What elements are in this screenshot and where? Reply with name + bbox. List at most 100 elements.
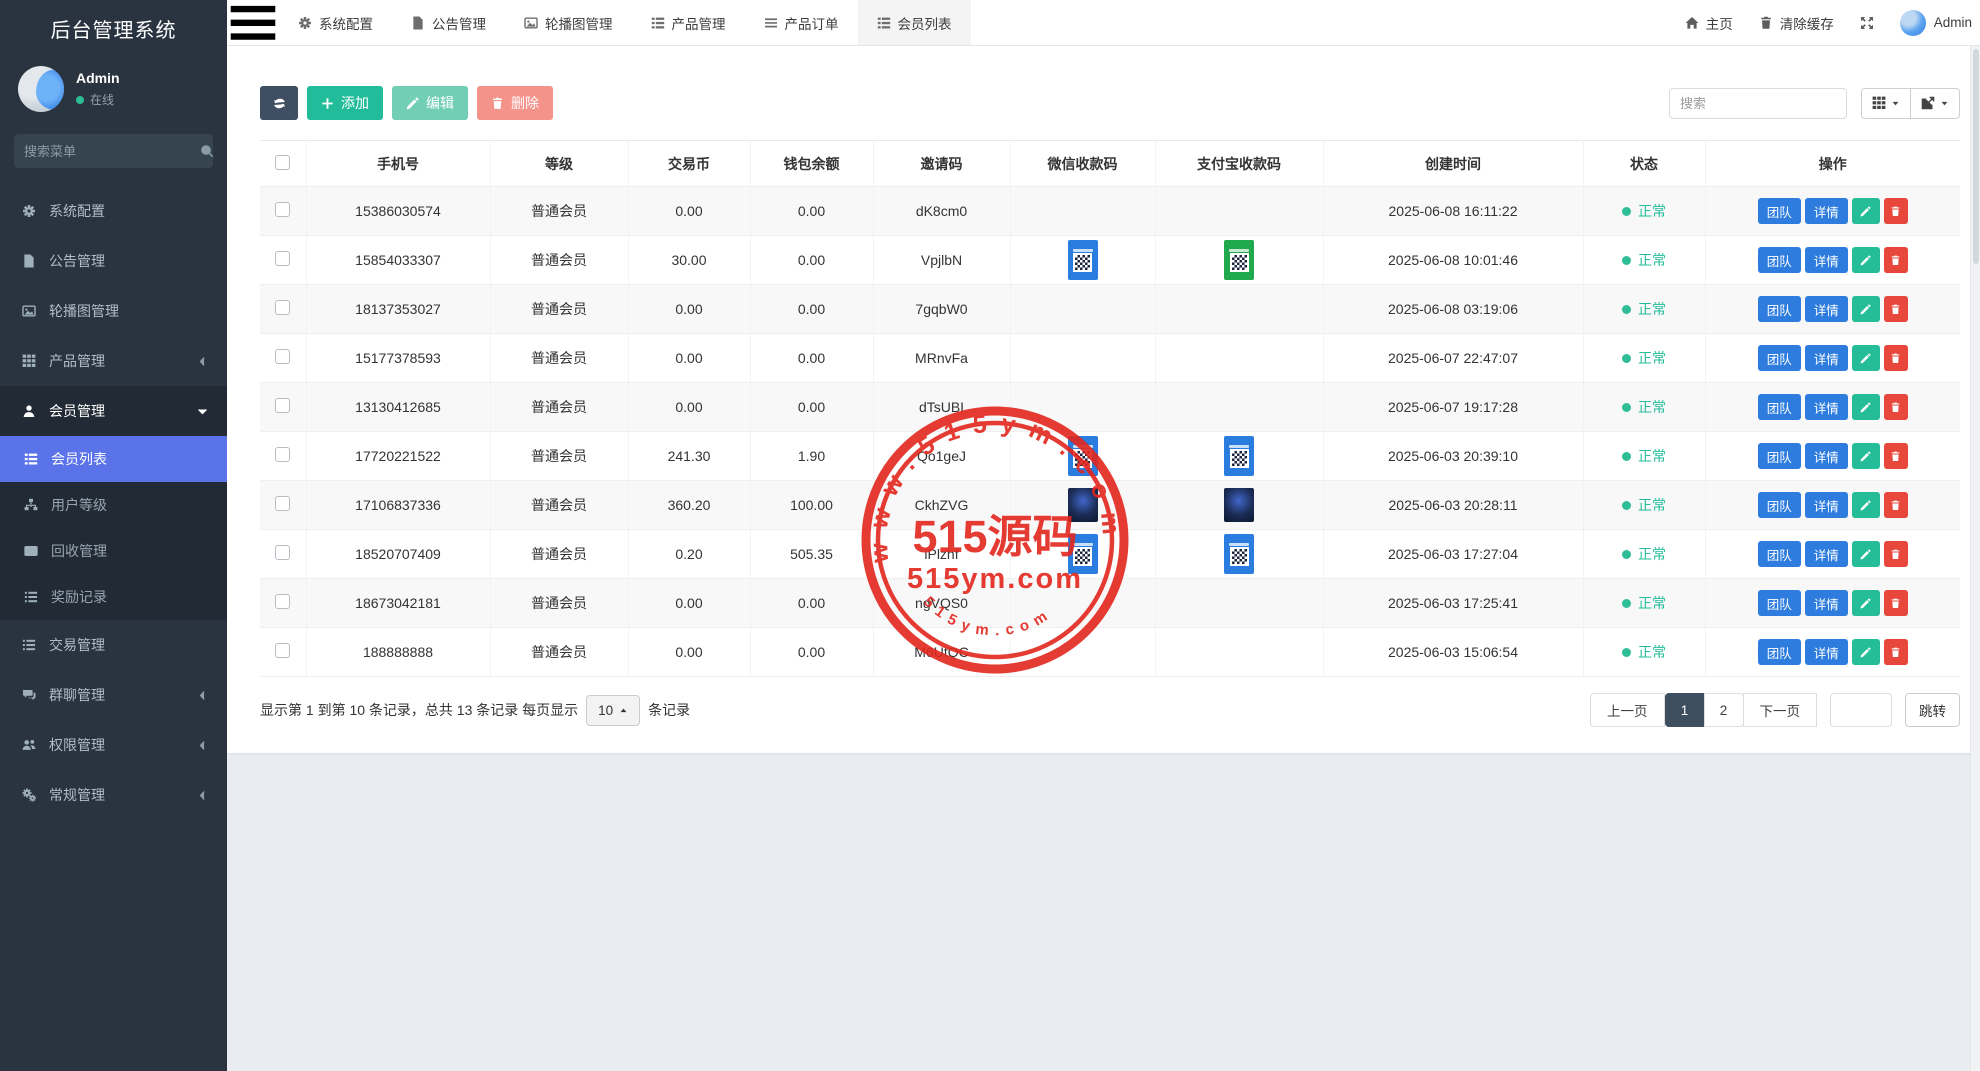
row-checkbox[interactable] xyxy=(275,300,290,315)
detail-button[interactable]: 详情 xyxy=(1805,198,1848,224)
tab-3[interactable]: 产品管理 xyxy=(632,0,745,45)
page-button-1[interactable]: 1 xyxy=(1665,693,1705,727)
detail-button[interactable]: 详情 xyxy=(1805,590,1848,616)
row-edit-button[interactable] xyxy=(1852,639,1880,665)
next-page-button[interactable]: 下一页 xyxy=(1743,693,1818,727)
row-checkbox[interactable] xyxy=(275,594,290,609)
tab-1[interactable]: 公告管理 xyxy=(392,0,505,45)
detail-button[interactable]: 详情 xyxy=(1805,296,1848,322)
detail-button[interactable]: 详情 xyxy=(1805,443,1848,469)
row-delete-button[interactable] xyxy=(1884,492,1908,518)
team-button[interactable]: 团队 xyxy=(1758,394,1801,420)
home-link[interactable]: 主页 xyxy=(1685,13,1733,33)
sidebar-item-1[interactable]: 公告管理 xyxy=(0,236,227,286)
row-edit-button[interactable] xyxy=(1852,590,1880,616)
row-edit-button[interactable] xyxy=(1852,247,1880,273)
clear-cache-link[interactable]: 清除缓存 xyxy=(1759,13,1834,33)
tab-0[interactable]: 系统配置 xyxy=(279,0,392,45)
row-checkbox[interactable] xyxy=(275,251,290,266)
page-size-dropdown[interactable]: 10 xyxy=(586,695,640,726)
row-edit-button[interactable] xyxy=(1852,394,1880,420)
jump-page-input[interactable] xyxy=(1830,693,1892,727)
row-checkbox[interactable] xyxy=(275,496,290,511)
row-checkbox[interactable] xyxy=(275,545,290,560)
sidebar-subitem-3[interactable]: 奖励记录 xyxy=(0,574,227,620)
sidebar-subitem-2[interactable]: 回收管理 xyxy=(0,528,227,574)
prev-page-button[interactable]: 上一页 xyxy=(1590,693,1665,727)
row-checkbox[interactable] xyxy=(275,398,290,413)
row-delete-button[interactable] xyxy=(1884,394,1908,420)
team-button[interactable]: 团队 xyxy=(1758,639,1801,665)
payment-image-thumbnail[interactable] xyxy=(1068,488,1098,522)
row-delete-button[interactable] xyxy=(1884,541,1908,567)
row-edit-button[interactable] xyxy=(1852,443,1880,469)
vertical-scrollbar[interactable] xyxy=(1970,46,1980,1071)
page-button-2[interactable]: 2 xyxy=(1704,693,1744,727)
wechat-qr-thumbnail[interactable] xyxy=(1224,436,1254,476)
wechat-qr-thumbnail[interactable] xyxy=(1068,240,1098,280)
sidebar-item-5[interactable]: 交易管理 xyxy=(0,620,227,670)
detail-button[interactable]: 详情 xyxy=(1805,541,1848,567)
sidebar-item-6[interactable]: 群聊管理 xyxy=(0,670,227,720)
detail-button[interactable]: 详情 xyxy=(1805,492,1848,518)
detail-button[interactable]: 详情 xyxy=(1805,639,1848,665)
edit-button[interactable]: 编辑 xyxy=(392,86,468,120)
navbar-user[interactable]: Admin xyxy=(1900,10,1972,36)
table-search-input[interactable] xyxy=(1669,88,1847,119)
row-delete-button[interactable] xyxy=(1884,198,1908,224)
row-edit-button[interactable] xyxy=(1852,541,1880,567)
row-delete-button[interactable] xyxy=(1884,247,1908,273)
row-checkbox[interactable] xyxy=(275,447,290,462)
team-button[interactable]: 团队 xyxy=(1758,590,1801,616)
sidebar-search-input[interactable] xyxy=(24,144,200,159)
row-edit-button[interactable] xyxy=(1852,198,1880,224)
tab-4[interactable]: 产品订单 xyxy=(745,0,858,45)
tab-5[interactable]: 会员列表 xyxy=(858,0,971,45)
export-button[interactable] xyxy=(1910,88,1960,119)
wechat-qr-thumbnail[interactable] xyxy=(1068,534,1098,574)
jump-button[interactable]: 跳转 xyxy=(1905,693,1960,727)
fullscreen-button[interactable] xyxy=(1860,16,1874,30)
team-button[interactable]: 团队 xyxy=(1758,247,1801,273)
sidebar-item-7[interactable]: 权限管理 xyxy=(0,720,227,770)
row-checkbox[interactable] xyxy=(275,202,290,217)
row-delete-button[interactable] xyxy=(1884,443,1908,469)
team-button[interactable]: 团队 xyxy=(1758,198,1801,224)
row-delete-button[interactable] xyxy=(1884,345,1908,371)
row-edit-button[interactable] xyxy=(1852,296,1880,322)
detail-button[interactable]: 详情 xyxy=(1805,394,1848,420)
team-button[interactable]: 团队 xyxy=(1758,492,1801,518)
row-edit-button[interactable] xyxy=(1852,492,1880,518)
sidebar-subitem-0[interactable]: 会员列表 xyxy=(0,436,227,482)
team-button[interactable]: 团队 xyxy=(1758,296,1801,322)
detail-button[interactable]: 详情 xyxy=(1805,345,1848,371)
hamburger-menu-icon[interactable] xyxy=(227,0,279,45)
row-checkbox[interactable] xyxy=(275,349,290,364)
add-button[interactable]: 添加 xyxy=(307,86,383,120)
row-checkbox[interactable] xyxy=(275,643,290,658)
refresh-button[interactable] xyxy=(260,86,298,120)
team-button[interactable]: 团队 xyxy=(1758,443,1801,469)
columns-button[interactable] xyxy=(1861,88,1911,119)
sidebar-subitem-1[interactable]: 用户等级 xyxy=(0,482,227,528)
wechat-qr-thumbnail[interactable] xyxy=(1068,436,1098,476)
sidebar-item-0[interactable]: 系统配置 xyxy=(0,186,227,236)
team-button[interactable]: 团队 xyxy=(1758,345,1801,371)
sidebar-item-4[interactable]: 会员管理 xyxy=(0,386,227,436)
payment-image-thumbnail[interactable] xyxy=(1224,488,1254,522)
scrollbar-thumb[interactable] xyxy=(1973,49,1979,264)
delete-button[interactable]: 删除 xyxy=(477,86,553,120)
alipay-qr-thumbnail[interactable] xyxy=(1224,240,1254,280)
team-button[interactable]: 团队 xyxy=(1758,541,1801,567)
wechat-qr-thumbnail[interactable] xyxy=(1224,534,1254,574)
row-delete-button[interactable] xyxy=(1884,639,1908,665)
sidebar-item-3[interactable]: 产品管理 xyxy=(0,336,227,386)
sidebar-item-2[interactable]: 轮播图管理 xyxy=(0,286,227,336)
search-icon[interactable] xyxy=(200,144,214,158)
row-edit-button[interactable] xyxy=(1852,345,1880,371)
detail-button[interactable]: 详情 xyxy=(1805,247,1848,273)
row-delete-button[interactable] xyxy=(1884,590,1908,616)
tab-2[interactable]: 轮播图管理 xyxy=(505,0,632,45)
select-all-checkbox[interactable] xyxy=(275,155,290,170)
sidebar-item-8[interactable]: 常规管理 xyxy=(0,770,227,820)
